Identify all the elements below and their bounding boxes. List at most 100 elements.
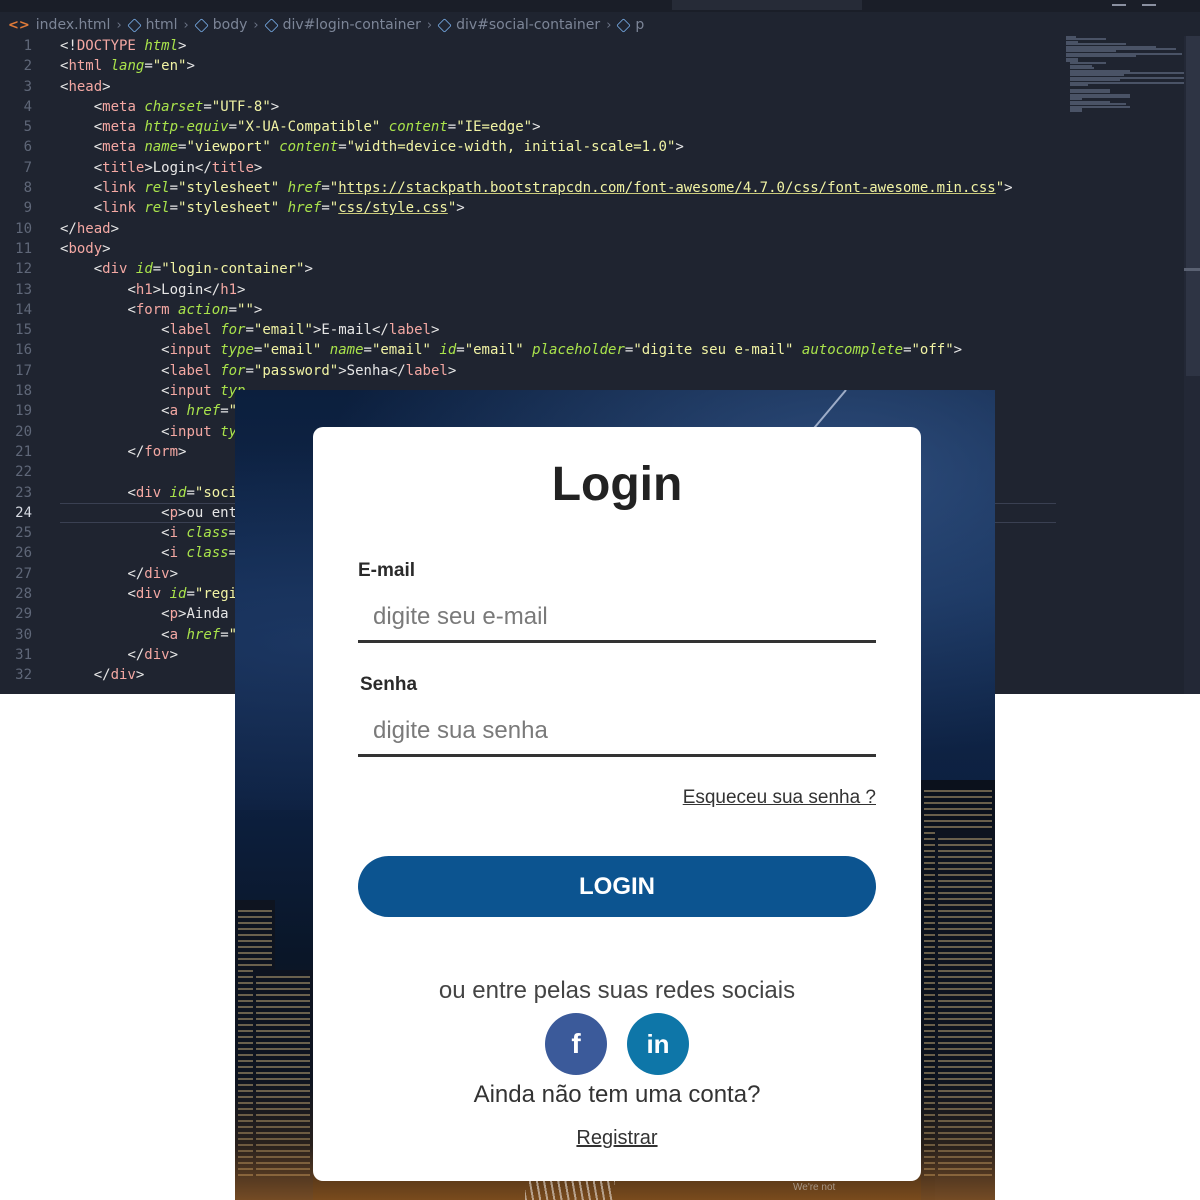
line-number: 8 (23, 180, 32, 197)
line-number: 30 (15, 626, 32, 643)
code-text: <div id="regi (127, 586, 238, 603)
code-line[interactable]: 13 <h1>Login</h1> (0, 280, 1060, 300)
code-line[interactable]: 3 <head> (0, 77, 1060, 97)
breadcrumb-item-login-container[interactable]: div#login-container (263, 17, 421, 33)
linkedin-icon: in (646, 1028, 670, 1059)
breadcrumb-label: index.html (35, 17, 111, 33)
code-text: <title>Login</title> (93, 159, 263, 176)
line-number: 24 (15, 504, 32, 521)
line-number: 29 (15, 606, 32, 623)
code-text: <!DOCTYPE html> (60, 38, 187, 54)
code-line[interactable]: 12 <div id="login-container"> (0, 259, 1060, 279)
element-cube-icon (194, 17, 209, 33)
breadcrumb-item-p[interactable]: p (616, 17, 645, 33)
scroll-position-marker (1184, 268, 1200, 271)
window-close-icon[interactable] (1142, 0, 1156, 6)
window-restore-icon[interactable] (1112, 0, 1126, 6)
element-cube-icon (437, 17, 452, 33)
chevron-right-icon: › (606, 17, 612, 33)
code-line[interactable]: 8 <link rel="stylesheet" href="https://s… (0, 178, 1060, 198)
code-text: <link rel="stylesheet" href="css/style.c… (93, 200, 465, 217)
line-number: 26 (15, 545, 32, 562)
code-line[interactable]: 15 <label for="email">E-mail</label> (0, 320, 1060, 340)
line-number: 20 (15, 423, 32, 440)
line-number: 17 (15, 362, 32, 379)
minimap-line (1070, 110, 1082, 113)
line-number: 19 (15, 403, 32, 420)
code-line[interactable]: 2 <html lang="en"> (0, 56, 1060, 76)
code-text: <p>Ainda r (161, 606, 246, 623)
code-text: <input type="email" name="email" id="ema… (161, 342, 963, 359)
line-number: 14 (15, 301, 32, 318)
password-field[interactable] (358, 707, 876, 757)
login-title: Login (551, 458, 683, 511)
linkedin-button[interactable]: in (627, 1013, 689, 1075)
forgot-password-link[interactable]: Esqueceu sua senha ? (683, 787, 876, 809)
breadcrumb-item-body[interactable]: body (194, 17, 248, 33)
code-line[interactable]: 6 <meta name="viewport" content="width=d… (0, 137, 1060, 157)
line-number: 2 (23, 58, 32, 75)
login-card: Login E-mail Senha Esqueceu sua senha ? … (313, 427, 921, 1181)
line-number: 22 (15, 464, 32, 481)
code-text: <input typ (161, 383, 246, 400)
facebook-button[interactable]: f (545, 1013, 607, 1075)
minimap-line (1070, 84, 1088, 86)
code-text: <label for="email">E-mail</label> (161, 322, 440, 339)
register-link[interactable]: Registrar (576, 1127, 657, 1149)
code-line[interactable]: 16 <input type="email" name="email" id="… (0, 340, 1060, 360)
code-text: <head> (60, 78, 111, 95)
code-line[interactable]: 7 <title>Login</title> (0, 158, 1060, 178)
social-login-text: ou entre pelas suas redes sociais (438, 977, 796, 1004)
line-number: 18 (15, 383, 32, 400)
scrollbar-thumb[interactable] (1186, 36, 1200, 376)
line-number: 3 (23, 78, 32, 95)
line-number: 15 (15, 322, 32, 339)
facebook-icon: f (571, 1028, 581, 1059)
breadcrumb-label: html (145, 17, 178, 33)
line-number: 9 (23, 200, 32, 217)
code-line[interactable]: 4 <meta charset="UTF-8"> (0, 97, 1060, 117)
editor-title-strip (0, 0, 1200, 12)
breadcrumb-item-html[interactable]: html (126, 17, 178, 33)
minimap[interactable] (1064, 36, 1188, 116)
editor-tab[interactable] (672, 0, 862, 10)
code-line[interactable]: 10 </head> (0, 219, 1060, 239)
code-line[interactable]: 5 <meta http-equiv="X-UA-Compatible" con… (0, 117, 1060, 137)
line-number: 10 (15, 220, 32, 237)
code-text: <div id="soci (127, 484, 238, 501)
code-text: <form action=""> (127, 301, 263, 318)
breadcrumb-item-social-container[interactable]: div#social-container (437, 17, 601, 33)
breadcrumb-item-file[interactable]: <> index.html (8, 17, 110, 33)
code-line[interactable]: 9 <link rel="stylesheet" href="css/style… (0, 198, 1060, 218)
line-number: 5 (23, 119, 32, 136)
code-line[interactable]: 14 <form action=""> (0, 300, 1060, 320)
code-text: <meta name="viewport" content="width=dev… (93, 139, 684, 156)
line-number: 12 (15, 261, 32, 278)
code-text: <meta http-equiv="X-UA-Compatible" conte… (93, 119, 541, 136)
email-field[interactable] (358, 593, 876, 643)
element-cube-icon (616, 17, 632, 33)
line-number: 1 (23, 38, 32, 54)
code-text: <link rel="stylesheet" href="https://sta… (93, 180, 1013, 197)
line-number: 27 (15, 565, 32, 582)
code-line[interactable]: 1 <!DOCTYPE html> (0, 36, 1060, 56)
code-text: <i class=' (161, 525, 245, 542)
code-text: </div> (127, 646, 179, 663)
line-number: 6 (23, 139, 32, 156)
breadcrumb-label: body (212, 17, 248, 33)
login-button[interactable]: LOGIN (358, 856, 876, 917)
code-line[interactable]: 11 <body> (0, 239, 1060, 259)
line-number: 32 (15, 667, 32, 684)
html-file-icon: <> (8, 17, 30, 33)
line-number: 23 (15, 484, 32, 501)
login-page-preview: We're not Login E-mail Senha Esqueceu su… (235, 390, 995, 1200)
register-link-wrapper: Registrar (313, 1127, 921, 1150)
breadcrumb-label: p (635, 17, 645, 33)
code-text: <input typ (161, 423, 246, 440)
code-line[interactable]: 17 <label for="password">Senha</label> (0, 361, 1060, 381)
chevron-right-icon: › (116, 17, 122, 33)
chevron-right-icon: › (426, 17, 433, 33)
code-text: <p>ou entr (161, 504, 246, 521)
code-text: <html lang="en"> (60, 58, 195, 75)
breadcrumb-label: div#social-container (456, 17, 601, 33)
